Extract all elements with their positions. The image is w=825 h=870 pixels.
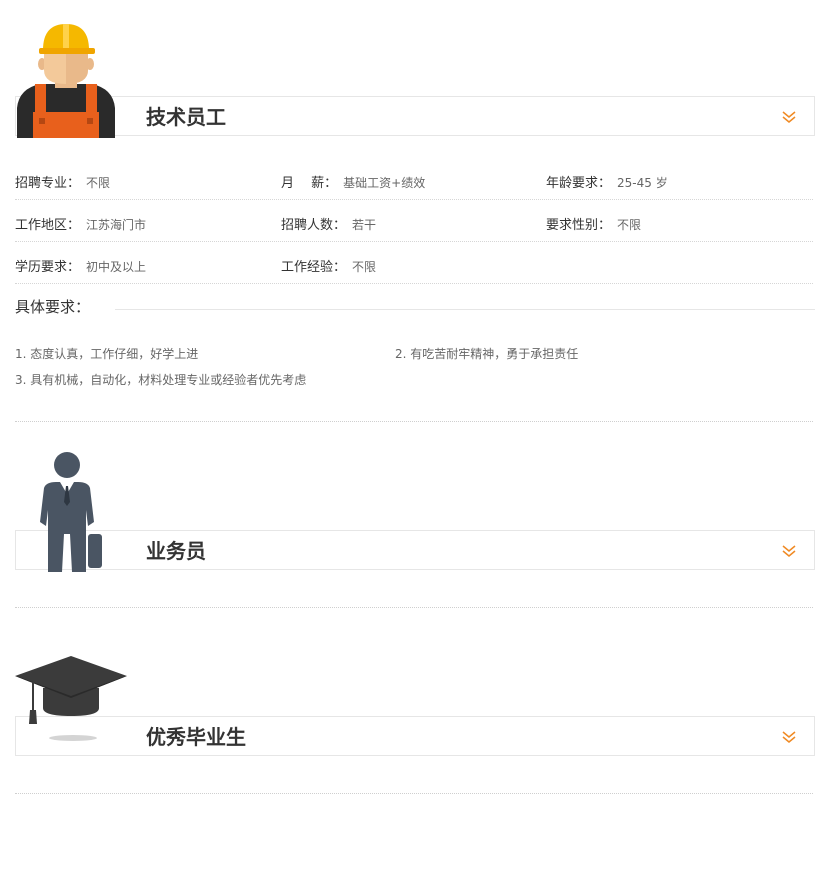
field-headcount: 招聘人数： 若干 (281, 214, 376, 233)
field-value: 不限 (86, 176, 111, 190)
field-label: 月 薪： (281, 176, 338, 191)
field-value: 不限 (617, 218, 642, 232)
requirements-divider (115, 309, 815, 310)
field-value: 初中及以上 (86, 260, 147, 274)
field-value: 若干 (352, 218, 377, 232)
graduation-cap-icon (15, 656, 127, 741)
chevron-down-icon[interactable] (782, 543, 796, 559)
field-location: 工作地区： 江苏海门市 (15, 214, 146, 233)
businessman-icon (40, 452, 102, 572)
job-title: 优秀毕业生 (146, 725, 246, 749)
field-label: 要求性别： (546, 218, 612, 233)
field-label: 工作地区： (15, 218, 81, 233)
chevron-down-icon[interactable] (782, 729, 796, 745)
field-salary: 月 薪： 基础工资+绩效 (281, 172, 425, 191)
field-age: 年龄要求： 25-45 岁 (546, 172, 668, 191)
field-value: 不限 (352, 260, 377, 274)
section-divider (15, 793, 813, 794)
job-title: 技术员工 (146, 105, 226, 129)
requirement-item: 3. 具有机械，自动化，材料处理专业或经验者优先考虑 (15, 373, 307, 387)
detail-row-3: 学历要求： 初中及以上 工作经验： 不限 (15, 242, 813, 284)
chevron-down-icon[interactable] (782, 109, 796, 125)
job-header-graduate[interactable]: 优秀毕业生 (15, 716, 815, 756)
field-value: 江苏海门市 (86, 218, 147, 232)
requirement-item: 1. 态度认真，工作仔细，好学上进 (15, 347, 199, 361)
job-header-salesperson[interactable]: 业务员 (15, 530, 815, 570)
detail-row-1: 招聘专业： 不限 月 薪： 基础工资+绩效 年龄要求： 25-45 岁 (15, 158, 813, 200)
requirement-item: 2. 有吃苦耐牢精神，勇于承担责任 (395, 347, 579, 361)
field-experience: 工作经验： 不限 (281, 256, 376, 275)
field-label: 学历要求： (15, 260, 81, 275)
job-title: 业务员 (146, 539, 206, 563)
field-gender: 要求性别： 不限 (546, 214, 641, 233)
field-label: 工作经验： (281, 260, 347, 275)
field-value: 25-45 岁 (617, 176, 668, 190)
field-education: 学历要求： 初中及以上 (15, 256, 146, 275)
worker-hardhat-icon (17, 24, 115, 138)
field-major: 招聘专业： 不限 (15, 172, 110, 191)
field-value: 基础工资+绩效 (343, 176, 426, 190)
field-label: 年龄要求： (546, 176, 612, 191)
section-divider (15, 421, 813, 422)
field-label: 招聘专业： (15, 176, 81, 191)
job-header-technician[interactable]: 技术员工 (15, 96, 815, 136)
requirements-title: 具体要求： (15, 298, 91, 316)
section-divider (15, 607, 813, 608)
field-label: 招聘人数： (281, 218, 347, 233)
detail-row-2: 工作地区： 江苏海门市 招聘人数： 若干 要求性别： 不限 (15, 200, 813, 242)
